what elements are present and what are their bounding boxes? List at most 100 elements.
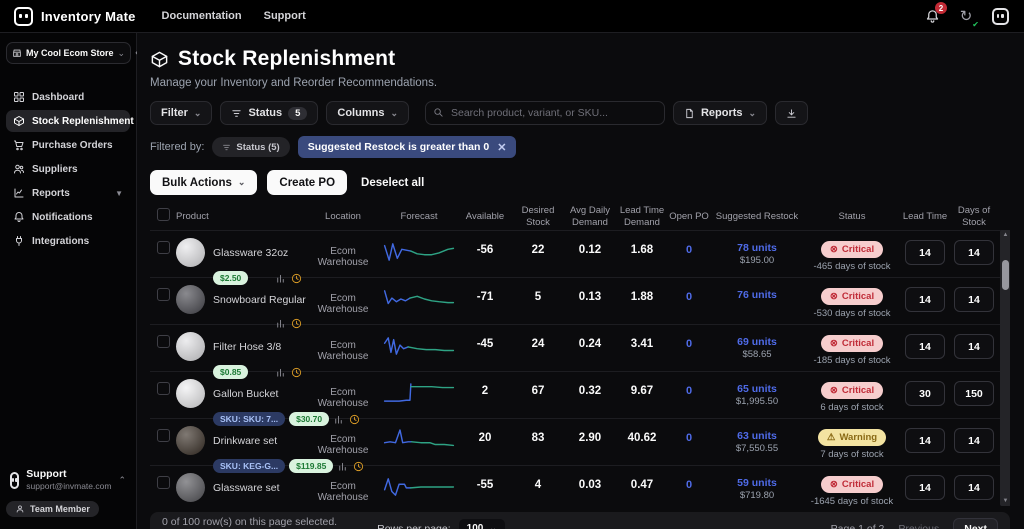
status-icon: ⊗ xyxy=(830,338,838,349)
store-selector[interactable]: My Cool Ecom Store ⌄ xyxy=(6,42,131,64)
history-line xyxy=(385,291,410,304)
col-lead-time-demand[interactable]: Lead Time Demand xyxy=(616,205,668,228)
lead-time-input[interactable] xyxy=(905,428,945,453)
product-avatar xyxy=(176,285,205,314)
col-forecast[interactable]: Forecast xyxy=(380,211,458,222)
status-count-badge: 5 xyxy=(288,107,307,120)
nav-support[interactable]: Support xyxy=(264,10,306,22)
sidebar-item-integrations[interactable]: Integrations xyxy=(6,230,130,252)
col-open-po[interactable]: Open PO xyxy=(668,211,710,222)
col-avg-daily-demand[interactable]: Avg Daily Demand xyxy=(564,205,616,228)
sidebar-item-suppliers[interactable]: Suppliers xyxy=(6,158,130,180)
col-location[interactable]: Location xyxy=(306,211,380,222)
col-days-of-stock[interactable]: Days of Stock xyxy=(950,205,998,228)
product-name[interactable]: Snowboard Regular xyxy=(213,294,306,306)
lead-time-input[interactable] xyxy=(905,240,945,265)
status-note: -185 days of stock xyxy=(804,355,900,366)
days-of-stock-input[interactable] xyxy=(954,381,994,406)
open-po-link[interactable]: 0 xyxy=(668,325,710,379)
table-row: Drinkware set SKU: KEG-G... $119.85 Ecom… xyxy=(150,418,1010,465)
desired-stock-cell: 4 xyxy=(512,466,564,506)
lead-time-input[interactable] xyxy=(905,475,945,500)
days-of-stock-input[interactable] xyxy=(954,428,994,453)
restock-units-link[interactable]: 63 units xyxy=(710,429,804,443)
row-checkbox[interactable] xyxy=(157,288,170,301)
sidebar-item-dashboard[interactable]: Dashboard xyxy=(6,86,130,108)
search-input[interactable] xyxy=(425,101,665,125)
location-cell: Ecom Warehouse xyxy=(306,466,380,506)
filter-chip-suggested-restock[interactable]: Suggested Restock is greater than 0 ✕ xyxy=(298,136,517,158)
account-avatar-button[interactable] xyxy=(990,6,1010,26)
row-checkbox[interactable] xyxy=(157,241,170,254)
forecast-line xyxy=(408,347,453,351)
rows-per-page-select[interactable]: 100 ⌄ xyxy=(459,519,505,529)
filter-button[interactable]: Filter⌄ xyxy=(150,101,212,125)
col-lead-time[interactable]: Lead Time xyxy=(900,211,950,222)
filter-chip-status[interactable]: Status (5) xyxy=(212,137,289,157)
restock-units-link[interactable]: 65 units xyxy=(710,382,804,396)
sidebar-item-purchase-orders[interactable]: Purchase Orders xyxy=(6,134,130,156)
lead-time-input[interactable] xyxy=(905,287,945,312)
restock-units-link[interactable]: 76 units xyxy=(710,288,804,302)
notifications-button[interactable]: 2 xyxy=(922,6,942,26)
sync-status-button[interactable]: ↻ ✔ xyxy=(956,6,976,26)
open-po-link[interactable]: 0 xyxy=(668,466,710,506)
product-name[interactable]: Gallon Bucket xyxy=(213,388,278,400)
days-of-stock-input[interactable] xyxy=(954,475,994,500)
row-checkbox[interactable] xyxy=(157,335,170,348)
bulk-actions-button[interactable]: Bulk Actions⌄ xyxy=(150,170,257,195)
select-all-checkbox[interactable] xyxy=(157,208,170,221)
status-icon: ⊗ xyxy=(830,479,838,490)
cart-icon xyxy=(13,139,25,151)
row-checkbox[interactable] xyxy=(157,476,170,489)
col-status[interactable]: Status xyxy=(804,211,900,222)
row-checkbox[interactable] xyxy=(157,429,170,442)
product-name[interactable]: Drinkware set xyxy=(213,435,277,447)
open-po-link[interactable]: 0 xyxy=(668,231,710,285)
brand[interactable]: Inventory Mate xyxy=(14,7,136,26)
nav-documentation[interactable]: Documentation xyxy=(162,10,242,22)
restock-units-link[interactable]: 69 units xyxy=(710,335,804,349)
avg-daily-demand-cell: 0.03 xyxy=(564,466,616,506)
status-filter-button[interactable]: Status 5 xyxy=(220,101,318,125)
product-name[interactable]: Glassware set xyxy=(213,482,280,494)
lead-time-input[interactable] xyxy=(905,334,945,359)
col-suggested-restock[interactable]: Suggested Restock xyxy=(710,211,804,222)
col-product[interactable]: Product xyxy=(176,211,306,222)
days-of-stock-input[interactable] xyxy=(954,334,994,359)
sidebar-item-notifications[interactable]: Notifications xyxy=(6,206,130,228)
lead-time-input[interactable] xyxy=(905,381,945,406)
remove-filter-icon[interactable]: ✕ xyxy=(497,141,506,154)
vertical-scrollbar[interactable]: ▲ ▼ xyxy=(1000,230,1010,506)
table-footer: 0 of 100 row(s) on this page selected. 1… xyxy=(150,512,1010,529)
chart-icon xyxy=(13,187,25,199)
scroll-down-icon[interactable]: ▼ xyxy=(1000,498,1010,504)
product-avatar xyxy=(176,473,205,502)
col-available[interactable]: Available xyxy=(458,211,512,222)
export-button[interactable] xyxy=(775,101,808,125)
row-checkbox[interactable] xyxy=(157,382,170,395)
product-name[interactable]: Filter Hose 3/8 xyxy=(213,341,281,353)
sidebar-item-stock-replenishment[interactable]: Stock Replenishment xyxy=(6,110,130,132)
product-name[interactable]: Glassware 32oz xyxy=(213,247,288,259)
restock-units-link[interactable]: 59 units xyxy=(710,476,804,490)
days-of-stock-input[interactable] xyxy=(954,287,994,312)
columns-button[interactable]: Columns⌄ xyxy=(326,101,409,125)
open-po-link[interactable]: 0 xyxy=(668,372,710,426)
support-account-button[interactable]: Support support@invmate.com ⌃ xyxy=(6,468,130,492)
scroll-up-icon[interactable]: ▲ xyxy=(1000,232,1010,238)
restock-units-link[interactable]: 78 units xyxy=(710,241,804,255)
next-page-button[interactable]: Next xyxy=(953,518,998,529)
days-of-stock-input[interactable] xyxy=(954,240,994,265)
create-po-button[interactable]: Create PO xyxy=(267,170,347,195)
open-po-link[interactable]: 0 xyxy=(668,278,710,329)
scrollbar-thumb[interactable] xyxy=(1002,260,1009,290)
sidebar-item-reports[interactable]: Reports ▼ xyxy=(6,182,130,204)
rows-per-page-label: Rows per page: xyxy=(377,523,451,529)
reports-button[interactable]: Reports⌄ xyxy=(673,101,767,125)
deselect-all-button[interactable]: Deselect all xyxy=(361,177,424,189)
col-desired-stock[interactable]: Desired Stock xyxy=(512,205,564,228)
avg-daily-demand-cell: 2.90 xyxy=(564,419,616,473)
open-po-link[interactable]: 0 xyxy=(668,419,710,473)
previous-page-button[interactable]: Previous xyxy=(898,523,939,529)
